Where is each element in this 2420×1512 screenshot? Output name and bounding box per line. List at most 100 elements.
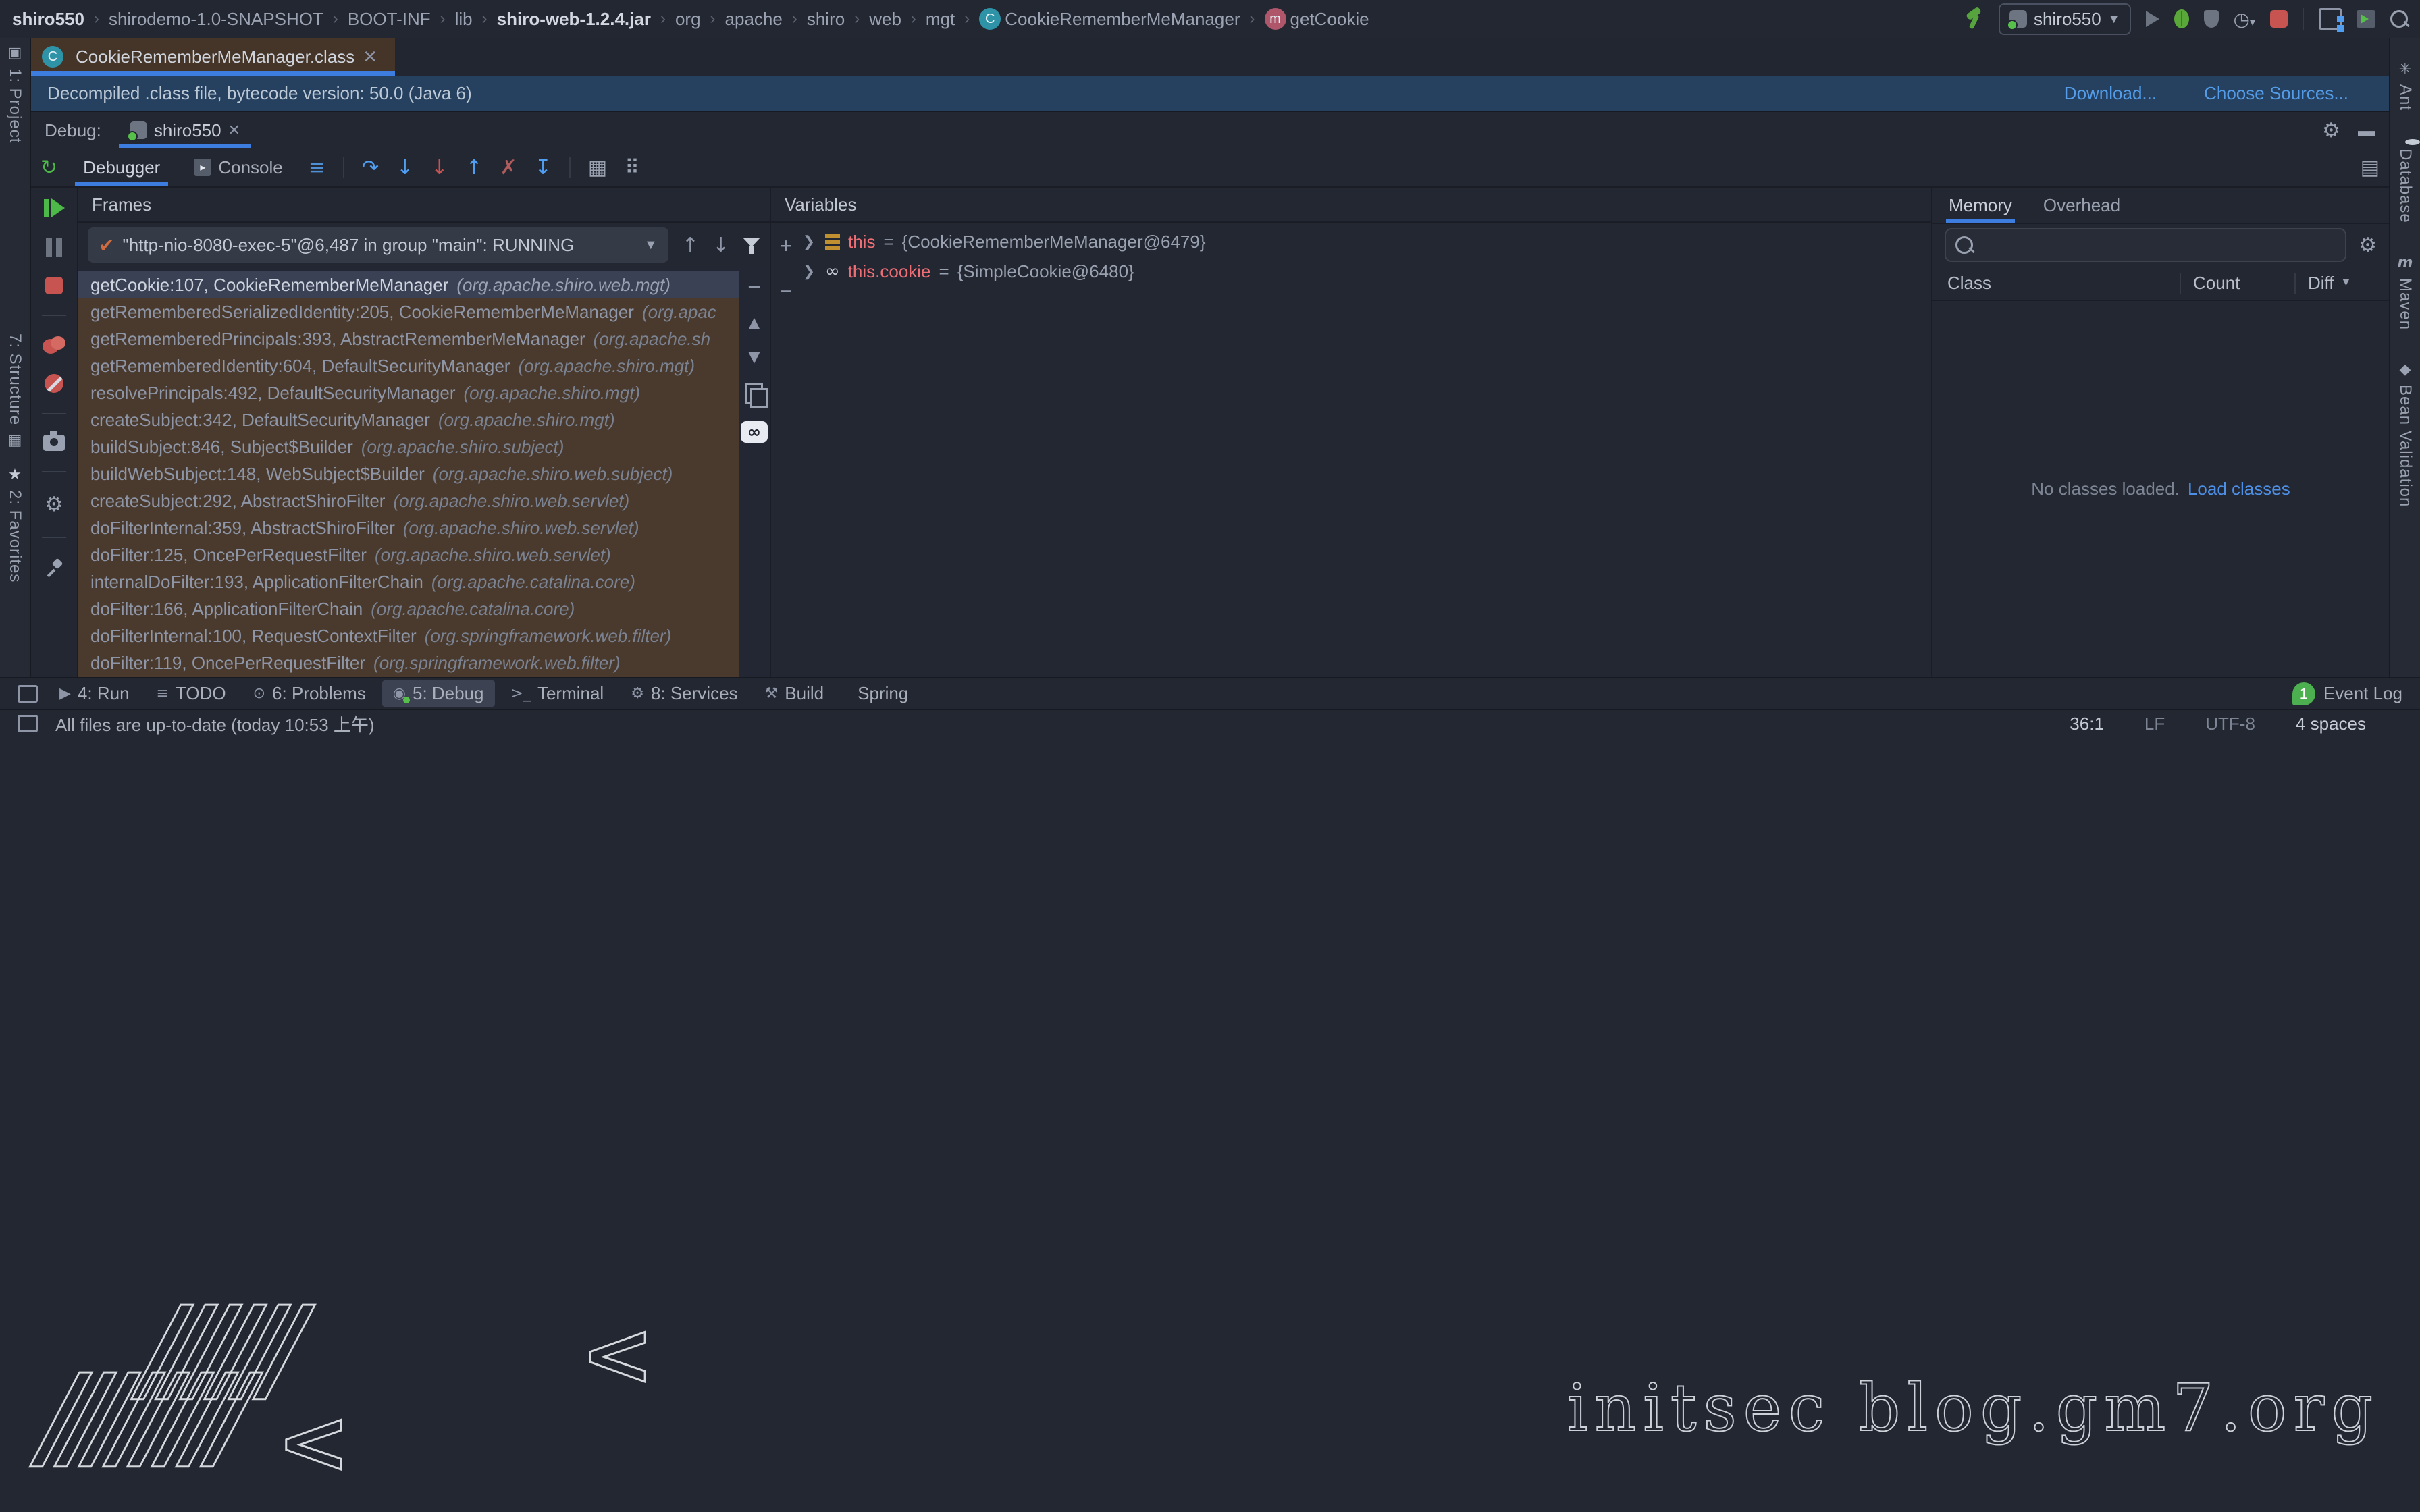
breadcrumb-item[interactable]: shirodemo-1.0-SNAPSHOT	[109, 9, 323, 30]
load-classes-link[interactable]: Load classes	[2188, 479, 2290, 500]
prev-frame-icon[interactable]: ↑	[682, 234, 699, 257]
variable-row[interactable]: ❯this = {CookieRememberMeManager@6479}	[801, 227, 1931, 256]
stack-frame-row[interactable]: buildSubject:846, Subject$Builder(org.ap…	[78, 433, 739, 460]
run-button[interactable]	[2146, 11, 2159, 27]
mute-breakpoints-icon[interactable]	[45, 374, 63, 393]
scroll-down-icon[interactable]: ▼	[749, 349, 760, 366]
debug-session-tab[interactable]: shiro550 ✕	[119, 112, 251, 148]
memory-settings-gear-icon[interactable]: ⚙	[2359, 234, 2377, 257]
stack-frame-row[interactable]: createSubject:292, AbstractShiroFilter(o…	[78, 487, 739, 514]
toolwindow-button-build[interactable]: ⚒Build	[754, 680, 835, 707]
filter-icon[interactable]	[743, 236, 760, 254]
toolwindow-button-4-run[interactable]: ▶4: Run	[49, 680, 140, 707]
stack-frame-row[interactable]: doFilter:119, OncePerRequestFilter(org.s…	[78, 649, 739, 676]
stack-frame-row[interactable]: getRememberedIdentity:604, DefaultSecuri…	[78, 352, 739, 379]
view-breakpoints-icon[interactable]	[43, 336, 65, 354]
memory-view-icon[interactable]: ⠿	[625, 156, 639, 180]
add-watch-icon[interactable]: +	[780, 234, 793, 259]
profiler-button[interactable]: ◷▾	[2234, 8, 2255, 30]
stack-frame-row[interactable]: doFilter:125, OncePerRequestFilter(org.a…	[78, 541, 739, 568]
sidebar-item-bean-validation[interactable]: ◆Bean Validation	[2396, 361, 2415, 507]
run-anything-icon[interactable]	[2357, 10, 2375, 28]
stack-frame-row[interactable]: doFilterInternal:359, AbstractShiroFilte…	[78, 514, 739, 541]
hammer-build-icon[interactable]	[1964, 9, 1984, 29]
layout-options-icon[interactable]: ≡	[309, 156, 325, 180]
column-diff[interactable]: Diff ▼	[2294, 273, 2389, 294]
breadcrumb-item[interactable]: mgetCookie	[1265, 8, 1369, 30]
sidebar-item-maven[interactable]: mMaven	[2396, 254, 2415, 330]
step-out-icon[interactable]: ↑	[465, 156, 482, 180]
pin-icon[interactable]	[45, 558, 63, 576]
indent-setting[interactable]: 4 spaces	[2296, 713, 2366, 734]
breadcrumb-item[interactable]: shiro-web-1.2.4.jar	[497, 9, 651, 30]
toolwindow-button-5-debug[interactable]: ◉5: Debug	[382, 680, 495, 707]
coverage-button[interactable]	[2204, 10, 2219, 28]
tab-debugger[interactable]: Debugger	[75, 148, 168, 186]
force-step-into-icon[interactable]: ↓	[431, 156, 448, 180]
stack-frame-row[interactable]: doFilter:166, ApplicationFilterChain(org…	[78, 595, 739, 622]
sidebar-item-ant[interactable]: ✳Ant	[2396, 61, 2415, 111]
toolwindow-button-spring[interactable]: Spring	[840, 680, 919, 707]
evaluate-expression-icon[interactable]: ▦	[588, 156, 607, 180]
sidebar-item-structure[interactable]: 7: Structure ▦	[5, 333, 24, 449]
restore-layout-icon[interactable]: ▤	[2361, 156, 2379, 180]
editor-tab-active[interactable]: C CookieRememberMeManager.class ✕	[31, 38, 395, 76]
close-icon[interactable]: ✕	[228, 122, 240, 139]
breadcrumb-item[interactable]: shiro550	[12, 9, 84, 30]
download-link[interactable]: Download...	[2064, 83, 2157, 104]
stack-frame-row[interactable]: getRememberedSerializedIdentity:205, Coo…	[78, 298, 739, 325]
stack-frame-row[interactable]: createSubject:342, DefaultSecurityManage…	[78, 406, 739, 433]
stop-icon[interactable]	[45, 277, 63, 294]
memory-search-input[interactable]	[1945, 228, 2346, 262]
debug-settings-gear-icon[interactable]: ⚙	[45, 493, 63, 516]
next-frame-icon[interactable]: ↓	[712, 234, 729, 257]
step-over-icon[interactable]: ↷	[362, 156, 379, 180]
infinity-icon[interactable]: ∞	[741, 421, 768, 443]
line-separator[interactable]: LF	[2145, 713, 2165, 734]
breadcrumb-item[interactable]: BOOT-INF	[348, 9, 431, 30]
copy-stack-icon[interactable]	[745, 383, 763, 404]
toolwindow-switcher-icon[interactable]	[18, 685, 38, 703]
stop-button[interactable]	[2270, 10, 2288, 28]
tab-console[interactable]: ▸ Console	[186, 148, 290, 186]
expand-chevron-icon[interactable]: ❯	[801, 263, 817, 280]
breadcrumb-item[interactable]: mgt	[926, 9, 955, 30]
sidebar-item-database[interactable]: Database	[2396, 142, 2415, 223]
close-icon[interactable]: ✕	[363, 47, 377, 68]
run-configuration-select[interactable]: shiro550 ▼	[1999, 3, 2131, 35]
tab-overhead[interactable]: Overhead	[2041, 188, 2123, 223]
stack-frame-row[interactable]: internalDoFilter:193, ApplicationFilterC…	[78, 568, 739, 595]
breadcrumb-item[interactable]: CCookieRememberMeManager	[979, 8, 1240, 30]
stack-frame-row[interactable]: getRememberedPrincipals:393, AbstractRem…	[78, 325, 739, 352]
variable-row[interactable]: ❯∞this.cookie = {SimpleCookie@6480}	[801, 256, 1931, 286]
column-class[interactable]: Class	[1932, 273, 2180, 294]
debug-button[interactable]	[2174, 9, 2189, 28]
breadcrumb-item[interactable]: shiro	[807, 9, 845, 30]
toolwindow-button-6-problems[interactable]: ⊙6: Problems	[242, 680, 377, 707]
pause-icon[interactable]	[46, 238, 62, 256]
search-everywhere-icon[interactable]	[2390, 10, 2408, 28]
breadcrumb-item[interactable]: org	[675, 9, 701, 30]
stack-frame-row[interactable]: getCookie:107, CookieRememberMeManager(o…	[78, 271, 739, 298]
caret-position[interactable]: 36:1	[2070, 713, 2104, 734]
hide-toolwindow-icon[interactable]: ▬	[2358, 120, 2375, 141]
sidebar-item-favorites[interactable]: ★ 2: Favorites	[5, 466, 24, 583]
toolwindow-button-8-services[interactable]: ⚙8: Services	[620, 680, 748, 707]
scroll-up-icon[interactable]: ▲	[749, 315, 760, 331]
gear-icon[interactable]: ⚙	[2322, 119, 2340, 142]
remove-watch-icon[interactable]: −	[780, 279, 793, 304]
tab-memory[interactable]: Memory	[1946, 188, 2015, 223]
sidebar-item-project[interactable]: ▣ 1: Project	[5, 45, 24, 143]
stack-frame-row[interactable]: doFilterInternal:100, RequestContextFilt…	[78, 622, 739, 649]
drop-frame-icon[interactable]: ✗	[500, 156, 517, 180]
column-count[interactable]: Count	[2180, 273, 2294, 294]
stack-frame-row[interactable]: resolvePrincipals:492, DefaultSecurityMa…	[78, 379, 739, 406]
stack-frame-row[interactable]: buildWebSubject:148, WebSubject$Builder(…	[78, 460, 739, 487]
breadcrumb-item[interactable]: apache	[725, 9, 783, 30]
breadcrumb-item[interactable]: lib	[455, 9, 473, 30]
toolwindow-button-terminal[interactable]: >_Terminal	[500, 680, 615, 707]
collapse-icon[interactable]: −	[747, 277, 762, 297]
file-encoding[interactable]: UTF-8	[2205, 713, 2255, 734]
thread-selector[interactable]: ✔ "http-nio-8080-exec-5"@6,487 in group …	[88, 227, 668, 263]
event-log-button[interactable]: 1 Event Log	[2292, 682, 2402, 705]
